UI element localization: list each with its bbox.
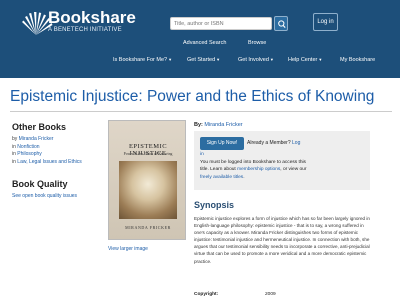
cover-subtitle: Power & the Ethics of Knowing [123, 152, 173, 156]
cover-artwork [119, 161, 177, 219]
other-books-heading: Other Books [12, 122, 67, 132]
nav-get-involved[interactable]: Get Involved▼ [238, 57, 274, 63]
synopsis-text: Epistemic injustice explores a form of i… [194, 216, 370, 264]
nav-label: Help Center [288, 57, 318, 63]
nav-my-bookshare[interactable]: My Bookshare [340, 57, 375, 63]
copyright-value: 2009 [265, 292, 276, 297]
book-cover-image[interactable]: EPISTEMIC INJUSTICE Power & the Ethics o… [108, 120, 186, 240]
caret-down-icon: ▼ [269, 57, 274, 62]
caret-down-icon: ▼ [168, 57, 173, 62]
synopsis-heading: Synopsis [194, 200, 235, 210]
nav-label: Is Bookshare For Me? [113, 57, 168, 63]
copyright-label: Copyright: [194, 292, 219, 297]
nav-help-center[interactable]: Help Center▼ [288, 57, 322, 63]
membership-options-link[interactable]: membership options [237, 167, 280, 172]
nav-get-started[interactable]: Get Started▼ [187, 57, 220, 63]
other-books-nonfiction-link[interactable]: Nonfiction [17, 144, 39, 150]
cover-author: MIRANDA FRICKER [125, 225, 171, 230]
search-icon [278, 20, 286, 28]
book-quality-heading: Book Quality [12, 179, 68, 189]
log-in-link[interactable]: Log [292, 140, 300, 146]
author-line: By: Miranda Fricker [194, 122, 243, 128]
brand-tagline: A BENETECH INITIATIVE [48, 27, 122, 33]
access-notice: in You must be logged into Bookshare to … [200, 152, 307, 180]
nav-is-bookshare-for-me[interactable]: Is Bookshare For Me?▼ [113, 57, 172, 63]
nav-label: Get Involved [238, 57, 269, 63]
list-item: in Law, Legal Issues and Ethics [12, 158, 82, 165]
quality-issues-link[interactable]: See open book quality issues [12, 193, 77, 199]
divider [10, 111, 392, 112]
author-link[interactable]: Miranda Fricker [204, 122, 242, 128]
other-books-author-link[interactable]: Miranda Fricker [19, 136, 54, 142]
other-books-law-link[interactable]: Law, Legal Issues and Ethics [17, 159, 82, 165]
login-button[interactable]: Log in [313, 13, 338, 31]
list-item: by Miranda Fricker [12, 136, 54, 142]
nav-label: Get Started [187, 57, 216, 63]
caret-down-icon: ▼ [318, 57, 323, 62]
list-item: in Nonfiction [12, 143, 40, 150]
freely-available-titles-link[interactable]: freely available titles [200, 175, 243, 180]
site-header: Bookshare A BENETECH INITIATIVE Log in A… [0, 0, 400, 78]
advanced-search-link[interactable]: Advanced Search [183, 40, 226, 46]
search-button[interactable] [274, 16, 288, 31]
browse-link[interactable]: Browse [248, 40, 266, 46]
already-member-text: Already a Member? Log [247, 140, 301, 146]
search-input[interactable] [170, 17, 272, 30]
other-books-list: by Miranda Fricker in Nonfiction in Phil… [12, 136, 92, 166]
sign-up-button[interactable]: Sign Up Now! [200, 137, 244, 150]
page-title: Epistemic Injustice: Power and the Ethic… [10, 88, 375, 105]
list-item: in Philosophy [12, 151, 42, 157]
brand-name[interactable]: Bookshare [48, 9, 136, 26]
other-books-philosophy-link[interactable]: Philosophy [17, 151, 41, 157]
view-larger-image-link[interactable]: View larger image [108, 246, 148, 252]
log-in-link-continued[interactable]: in [200, 152, 204, 157]
caret-down-icon: ▼ [216, 57, 221, 62]
